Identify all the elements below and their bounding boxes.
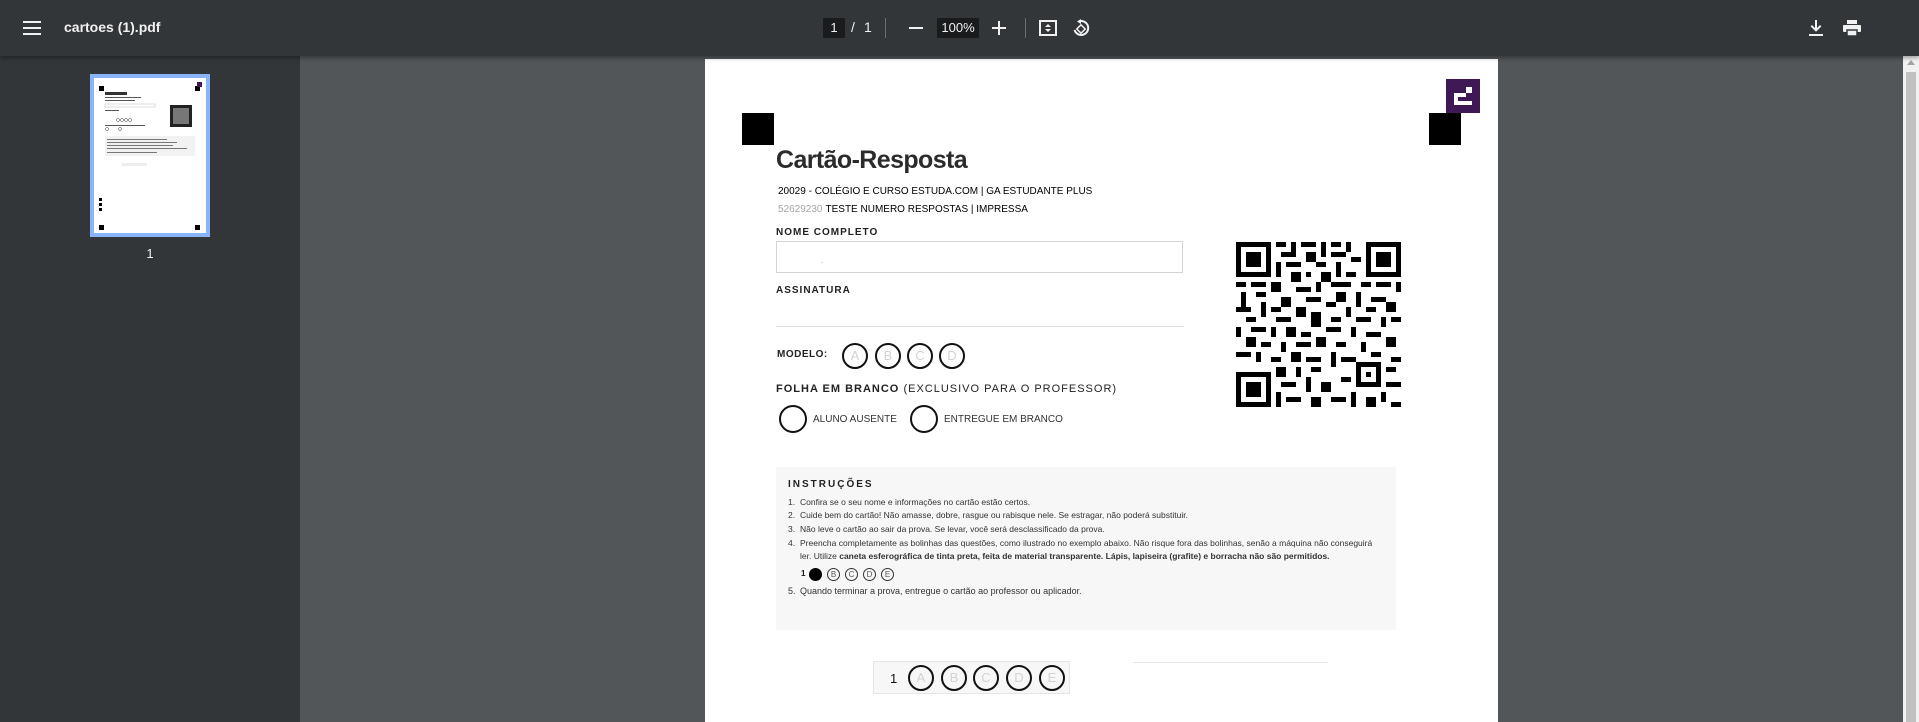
- model-option-c[interactable]: C: [907, 343, 933, 369]
- toolbar-divider: [1025, 18, 1026, 38]
- qr-code: [1236, 242, 1401, 407]
- instruction-item: 3. Não leve o cartão ao sair da prova. Se…: [788, 524, 1105, 534]
- zoom-out-icon[interactable]: [898, 10, 934, 46]
- exam-code: 52629230: [778, 204, 823, 215]
- exam-name: TESTE NUMERO RESPOSTAS | IMPRESSA: [825, 204, 1028, 215]
- absent-label: ALUNO AUSENTE: [813, 414, 897, 425]
- model-option-a[interactable]: A: [842, 343, 868, 369]
- signature-line: [776, 326, 1184, 327]
- answer-option-e[interactable]: E: [1039, 665, 1065, 691]
- model-option-b[interactable]: B: [875, 343, 901, 369]
- download-icon[interactable]: [1798, 10, 1834, 46]
- question-number: 1: [890, 671, 898, 686]
- toolbar-divider: [885, 18, 886, 38]
- estuda-logo: [1446, 79, 1480, 113]
- model-label: MODELO:: [777, 349, 828, 360]
- page-separator: /: [851, 19, 855, 35]
- example-bubble: D: [863, 568, 876, 581]
- absent-bubble[interactable]: [779, 405, 807, 433]
- answer-option-b[interactable]: B: [941, 665, 967, 691]
- print-icon[interactable]: [1834, 10, 1870, 46]
- instructions-box: INSTRUÇÕES 1. Confira se o seu nome e inf…: [776, 467, 1396, 630]
- blank-delivered-bubble[interactable]: [910, 405, 938, 433]
- answer-option-a[interactable]: A: [908, 665, 934, 691]
- page-number-input[interactable]: 1: [823, 18, 845, 38]
- blank-sheet-title-rest: (EXCLUSIVO PARA O PROFESSOR): [903, 383, 1118, 395]
- name-label: NOME COMPLETO: [776, 227, 879, 238]
- registration-marker: [742, 113, 774, 145]
- name-field[interactable]: .: [776, 241, 1183, 273]
- answer-option-d[interactable]: D: [1006, 665, 1032, 691]
- example-bubble: B: [827, 568, 840, 581]
- instructions-title: INSTRUÇÕES: [788, 479, 874, 490]
- vertical-scrollbar[interactable]: [1903, 56, 1919, 722]
- instruction-item: 4. Preencha completamente as bolinhas das…: [788, 538, 1373, 548]
- fit-page-icon[interactable]: [1030, 10, 1066, 46]
- menu-icon[interactable]: [14, 10, 50, 46]
- example-bubble: C: [845, 568, 858, 581]
- answer-row: 1 A B C D E: [873, 661, 1070, 694]
- scrollbar-thumb[interactable]: [1906, 72, 1916, 722]
- pdf-toolbar: cartoes (1).pdf 1 / 1 100%: [0, 0, 1919, 56]
- instruction-item-continuation: ler. Utilize caneta esferográfica de tin…: [800, 551, 1330, 561]
- thumbnail-page-number: 1: [146, 246, 154, 261]
- example-number: 1: [801, 569, 806, 578]
- instruction-item: 2. Cuide bem do cartão! Não amasse, dobre…: [788, 510, 1188, 520]
- blank-sheet-title-bold: FOLHA EM BRANCO: [776, 383, 900, 395]
- registration-marker: [1429, 113, 1461, 145]
- instruction-item: 5. Quando terminar a prova, entregue o ca…: [788, 586, 1082, 596]
- zoom-input[interactable]: 100%: [937, 18, 979, 38]
- model-option-d[interactable]: D: [939, 343, 965, 369]
- school-line: 20029 - COLÉGIO E CURSO ESTUDA.COM | GA …: [778, 186, 1093, 197]
- rotate-icon[interactable]: [1063, 10, 1099, 46]
- thumbnail-sidebar: 1: [0, 56, 300, 722]
- card-title: Cartão-Resposta: [776, 146, 968, 174]
- blank-sheet-title: FOLHA EM BRANCO (EXCLUSIVO PARA O PROFES…: [776, 383, 1117, 395]
- pdf-page: Cartão-Resposta 20029 - COLÉGIO E CURSO …: [705, 59, 1498, 722]
- answer-column-divider: [1133, 662, 1328, 663]
- page-thumbnail[interactable]: [90, 74, 210, 237]
- total-pages: 1: [864, 19, 872, 35]
- signature-label: ASSINATURA: [776, 285, 851, 296]
- thumbnail-preview: [99, 82, 202, 230]
- name-field-mark: .: [821, 256, 824, 265]
- zoom-in-icon[interactable]: [981, 10, 1017, 46]
- exam-line: 52629230 TESTE NUMERO RESPOSTAS | IMPRESS…: [778, 204, 1028, 215]
- example-bubble: E: [881, 568, 894, 581]
- blank-delivered-label: ENTREGUE EM BRANCO: [944, 414, 1063, 425]
- example-bubble-filled: [809, 568, 822, 581]
- scroll-up-arrow-icon[interactable]: [1907, 60, 1915, 65]
- instruction-item: 1. Confira se o seu nome e informações no…: [788, 497, 1031, 507]
- answer-option-c[interactable]: C: [973, 665, 999, 691]
- document-title: cartoes (1).pdf: [64, 19, 161, 35]
